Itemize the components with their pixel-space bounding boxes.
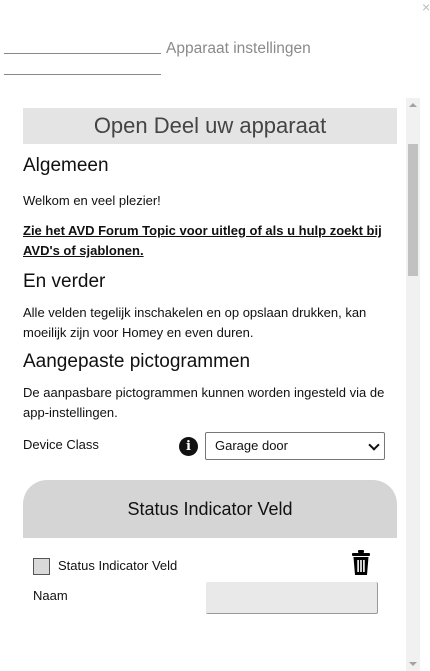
settings-panel: Open Deel uw apparaat Algemeen Welkom en… bbox=[12, 98, 420, 671]
status-card-body: Status Indicator Veld Naam bbox=[23, 538, 397, 638]
header: Apparaat instellingen bbox=[0, 38, 420, 80]
close-icon[interactable]: × bbox=[422, 0, 430, 14]
page-title: Apparaat instellingen bbox=[166, 40, 311, 57]
section-heading-general: Algemeen bbox=[23, 155, 109, 176]
info-icon[interactable]: i bbox=[179, 437, 198, 456]
status-indicator-checkbox[interactable] bbox=[33, 558, 50, 575]
header-rule-top bbox=[4, 53, 161, 54]
scroll-up-icon[interactable] bbox=[406, 98, 420, 112]
banner-title: Open Deel uw apparaat bbox=[23, 108, 397, 144]
chevron-down-icon bbox=[368, 439, 380, 451]
trash-icon[interactable] bbox=[350, 550, 372, 576]
further-text: Alle velden tegelijk inschakelen en op o… bbox=[23, 305, 367, 340]
section-heading-further: En verder bbox=[23, 271, 106, 292]
scroll-down-icon[interactable] bbox=[406, 657, 420, 671]
settings-content: Open Deel uw apparaat Algemeen Welkom en… bbox=[23, 108, 397, 638]
device-class-row: Device Class i Garage door bbox=[23, 432, 397, 462]
status-card-header: Status Indicator Veld bbox=[23, 480, 397, 538]
name-input[interactable] bbox=[206, 582, 378, 614]
device-class-select[interactable]: Garage door bbox=[205, 432, 385, 460]
device-class-value: Garage door bbox=[215, 438, 288, 453]
forum-topic-link[interactable]: Zie het AVD Forum Topic voor uitleg of a… bbox=[23, 223, 382, 258]
scrollbar-thumb[interactable] bbox=[408, 144, 418, 276]
welcome-text: Welkom en veel plezier! bbox=[23, 193, 161, 208]
section-heading-icons: Aangepaste pictogrammen bbox=[23, 351, 251, 372]
icons-text: De aanpasbare pictogrammen kunnen worden… bbox=[23, 385, 385, 420]
scrollbar[interactable] bbox=[406, 98, 420, 671]
name-label: Naam bbox=[33, 588, 68, 603]
device-class-label: Device Class bbox=[23, 437, 99, 452]
header-rule-bottom bbox=[4, 74, 161, 75]
status-indicator-checkbox-label: Status Indicator Veld bbox=[58, 558, 178, 573]
